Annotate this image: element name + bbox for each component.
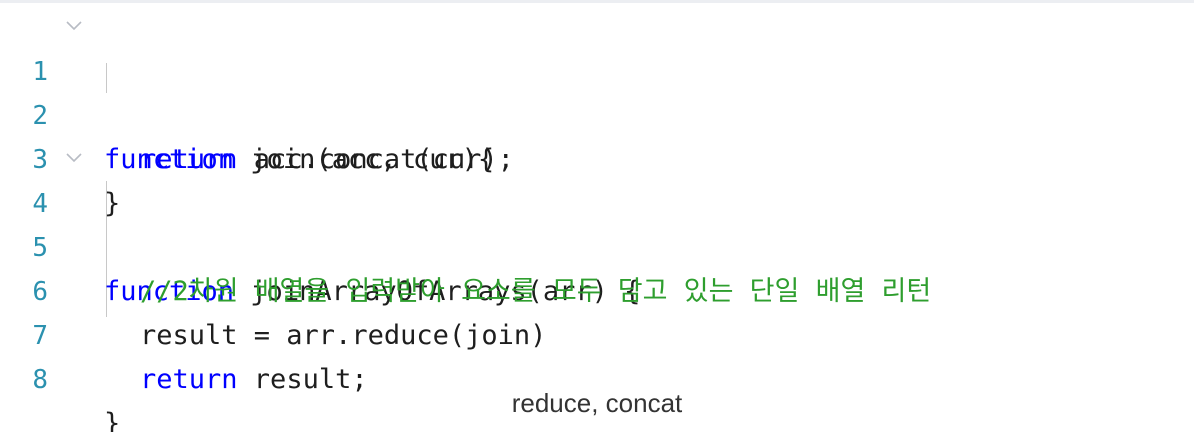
figure-caption: reduce, concat — [511, 388, 683, 418]
code-line-8[interactable]: 8 } — [0, 314, 1194, 432]
code-line-4[interactable]: 4 function joinArrayOfArrays(arr) { — [0, 138, 1194, 307]
code-editor[interactable]: 1 function join(acc, cur){ 2 return acc.… — [0, 0, 1194, 432]
code-line-7[interactable]: 7 return result; — [0, 270, 1194, 395]
code-line-2[interactable]: 2 return acc.concat(cur); — [0, 50, 1194, 175]
fold-chevron-icon[interactable] — [64, 148, 84, 168]
fold-chevron-icon[interactable] — [64, 16, 84, 36]
code-line-5[interactable]: 5 //2차원 배열을 입력받아 요소를 모두 담고 있는 단일 배열 리턴 — [0, 182, 1194, 307]
page: 1 function join(acc, cur){ 2 return acc.… — [0, 0, 1194, 432]
code-line-3[interactable]: 3 } — [0, 94, 1194, 219]
code-line-1[interactable]: 1 function join(acc, cur){ — [0, 6, 1194, 175]
code-line-6[interactable]: 6 result = arr.reduce(join) — [0, 226, 1194, 351]
